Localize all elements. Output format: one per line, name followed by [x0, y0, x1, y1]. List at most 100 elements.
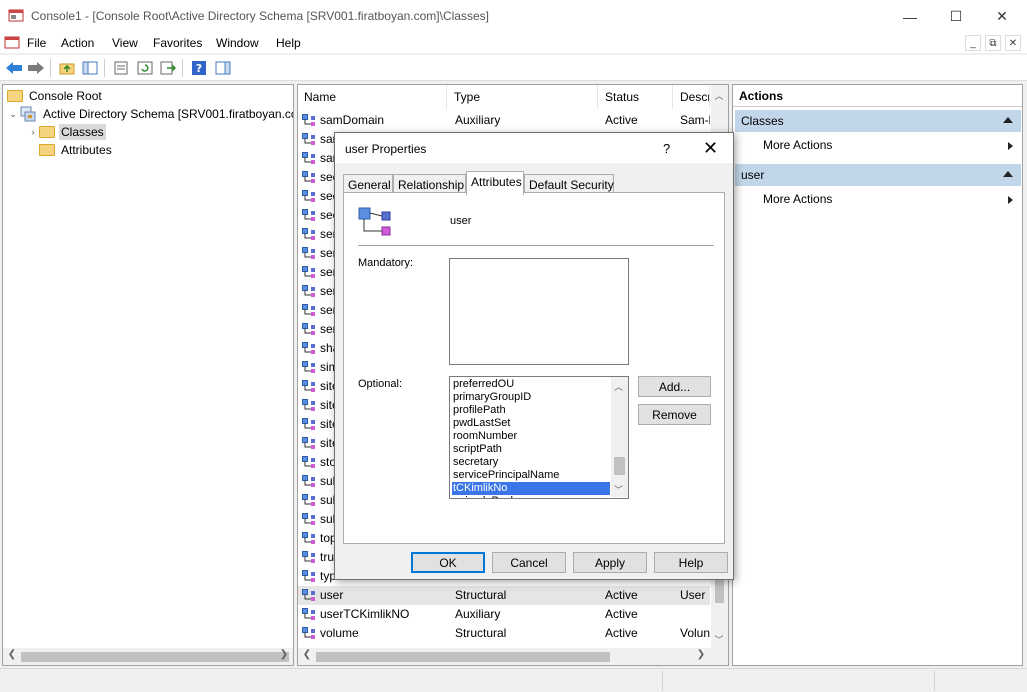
tree-item-console-root[interactable]: Console Root [7, 87, 104, 105]
list-row-1[interactable]: samDomain Auxiliary Active Sam-l [298, 111, 710, 130]
tree-item-label: Classes [59, 124, 106, 140]
optional-attribute-item[interactable]: servicePrincipalName [452, 469, 610, 482]
expand-chevron-icon[interactable]: › [27, 127, 39, 137]
collapse-up-icon[interactable] [1003, 117, 1013, 123]
help-dialog-button[interactable]: Help [654, 552, 728, 573]
scroll-right-arrow-icon[interactable]: ❯ [694, 649, 708, 660]
window-title: Console1 - [Console Root\Active Director… [31, 9, 489, 23]
actions-header: Actions [733, 85, 1022, 107]
status-segment [662, 671, 663, 691]
submenu-arrow-icon [1008, 196, 1013, 204]
cell-status: Active [605, 588, 638, 602]
apply-button[interactable]: Apply [573, 552, 647, 573]
scroll-left-arrow-icon[interactable]: ❮ [300, 649, 314, 660]
help-icon: ? [192, 61, 206, 75]
optional-list-scrollbar[interactable]: ︿ ﹀ [611, 377, 628, 497]
ok-button[interactable]: OK [411, 552, 485, 573]
tab-attributes[interactable]: Attributes [466, 171, 524, 195]
optional-attribute-item[interactable]: preferredOU [452, 378, 610, 391]
collapse-chevron-icon[interactable]: ⌄ [7, 109, 19, 120]
properties-button[interactable] [111, 58, 131, 78]
scroll-up-arrow-icon[interactable]: ︿ [614, 380, 623, 393]
column-header-type[interactable]: Type [448, 85, 598, 109]
forward-arrow-icon [28, 62, 44, 74]
mdi-close-button[interactable]: ✕ [1005, 35, 1021, 51]
section-title: Classes [741, 114, 784, 128]
show-hide-action-pane-button[interactable] [213, 58, 233, 78]
optional-attribute-item[interactable]: unicodePwd [452, 495, 610, 498]
cell-type: Structural [455, 588, 507, 602]
scroll-down-arrow-icon[interactable]: ﹀ [614, 483, 623, 496]
optional-attributes-list[interactable]: preferredOU primaryGroupID profilePath pwdL… [449, 376, 629, 499]
tab-relationship[interactable]: Relationship [393, 174, 466, 194]
menu-favorites[interactable]: Favorites [153, 36, 202, 50]
scroll-down-arrow-icon[interactable]: ﹀ [712, 633, 726, 646]
menu-view[interactable]: View [112, 36, 138, 50]
optional-attribute-item[interactable]: tCKimlikNo [452, 482, 610, 495]
forward-button[interactable] [26, 58, 46, 78]
optional-attribute-item[interactable]: profilePath [452, 404, 610, 417]
list-row-27[interactable]: userTCKimlikNO Auxiliary Active [298, 605, 710, 624]
scroll-thumb[interactable] [614, 457, 625, 475]
schema-class-icon [302, 475, 315, 487]
mdi-minimize-button[interactable]: _ [965, 35, 981, 51]
mdi-restore-button[interactable]: ⧉ [985, 35, 1001, 51]
schema-class-icon [302, 551, 315, 563]
help-button[interactable]: ? [189, 58, 209, 78]
tree-item-label: Console Root [29, 89, 102, 103]
tree-horizontal-scrollbar[interactable]: ❮ ❯ [3, 648, 293, 665]
optional-attribute-item[interactable]: roomNumber [452, 430, 610, 443]
tree-item-ad-schema[interactable]: ⌄ Active Directory Schema [SRV001.firatb… [7, 105, 293, 123]
list-row-26[interactable]: user Structural Active User [298, 586, 710, 605]
divider [358, 245, 714, 246]
dialog-title-bar: user Properties ? ✕ [335, 133, 733, 163]
column-header-name[interactable]: Name [298, 85, 447, 109]
tree-item-attributes[interactable]: Attributes [39, 141, 114, 159]
back-button[interactable] [4, 58, 24, 78]
minimize-button[interactable]: — [887, 0, 933, 33]
scroll-right-arrow-icon[interactable]: ❯ [277, 649, 291, 660]
optional-attribute-item[interactable]: secretary [452, 456, 610, 469]
menu-file[interactable]: File [27, 36, 46, 50]
properties-icon [114, 61, 128, 75]
more-actions-classes[interactable]: More Actions [763, 138, 832, 152]
export-list-button[interactable] [158, 58, 178, 78]
column-header-description[interactable]: Descr [674, 85, 710, 109]
scroll-thumb[interactable] [316, 652, 610, 662]
scroll-up-arrow-icon[interactable]: ︿ [712, 89, 726, 102]
tab-general[interactable]: General [343, 174, 393, 194]
close-button[interactable]: ✕ [979, 0, 1025, 33]
menu-help[interactable]: Help [276, 36, 301, 50]
list-row-28[interactable]: volume Structural Active Volun [298, 624, 710, 643]
collapse-up-icon[interactable] [1003, 171, 1013, 177]
folder-up-icon [59, 63, 75, 75]
show-hide-tree-button[interactable] [80, 58, 100, 78]
actions-section-user[interactable]: user [735, 164, 1021, 186]
remove-attribute-button[interactable]: Remove [638, 404, 711, 425]
menu-action[interactable]: Action [61, 36, 94, 50]
optional-attribute-item[interactable]: scriptPath [452, 443, 610, 456]
maximize-button[interactable]: ☐ [933, 0, 979, 33]
optional-attribute-item[interactable]: pwdLastSet [452, 417, 610, 430]
list-horizontal-scrollbar[interactable]: ❮ ❯ [298, 648, 728, 665]
up-one-level-button[interactable] [57, 58, 77, 78]
tree-item-classes[interactable]: › Classes [27, 123, 106, 141]
cell-name: user [320, 588, 344, 602]
optional-attribute-item[interactable]: primaryGroupID [452, 391, 610, 404]
column-header-status[interactable]: Status [599, 85, 673, 109]
tab-default-security[interactable]: Default Security [524, 174, 614, 194]
more-actions-user[interactable]: More Actions [763, 192, 832, 206]
console-menu-icon[interactable] [4, 35, 20, 51]
schema-class-icon [302, 513, 315, 525]
add-attribute-button[interactable]: Add... [638, 376, 711, 397]
cancel-button[interactable]: Cancel [492, 552, 566, 573]
menu-window[interactable]: Window [216, 36, 259, 50]
dialog-help-button[interactable]: ? [663, 141, 670, 156]
attributes-tab-panel: user Mandatory: Optional: preferredOU pri… [343, 192, 725, 544]
scroll-thumb[interactable] [21, 652, 289, 662]
mandatory-attributes-list[interactable] [449, 258, 629, 365]
refresh-button[interactable] [135, 58, 155, 78]
scroll-left-arrow-icon[interactable]: ❮ [5, 649, 19, 660]
dialog-close-button[interactable]: ✕ [703, 138, 718, 159]
actions-section-classes[interactable]: Classes [735, 110, 1021, 132]
